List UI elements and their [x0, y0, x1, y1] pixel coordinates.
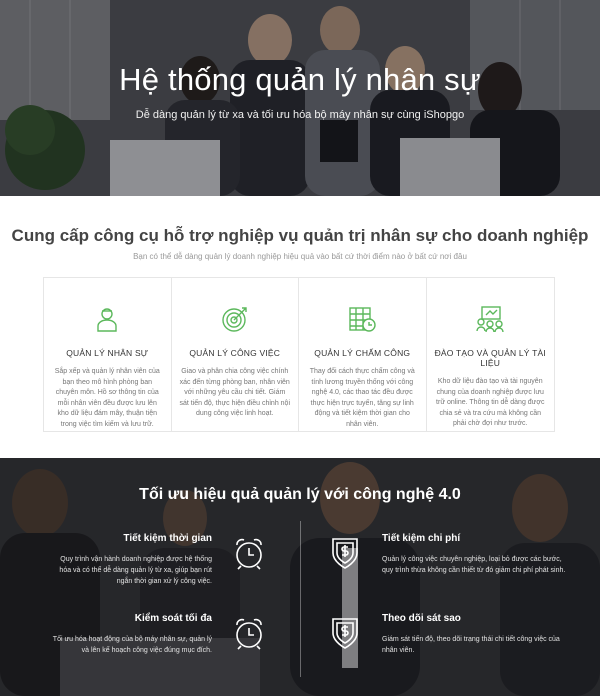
service-card-hr[interactable]: QUẢN LÝ NHÂN SỰ Sắp xếp và quản lý nhân …	[44, 278, 172, 431]
service-card-desc: Kho dữ liệu đào tạo và tài nguyên chung …	[436, 378, 545, 427]
service-card-title: QUẢN LÝ CHẤM CÔNG	[314, 348, 411, 358]
service-card-training[interactable]: ĐÀO TẠO VÀ QUẢN LÝ TÀI LIỆU Kho dữ liệu …	[427, 278, 555, 431]
target-icon	[222, 307, 247, 332]
service-card-title: QUẢN LÝ NHÂN SỰ	[66, 348, 149, 358]
feature-title: Theo dõi sát sao	[382, 613, 461, 624]
feature-desc: Quy trình vận hành doanh nghiệp được hệ …	[59, 556, 212, 585]
alarm-clock-icon	[236, 538, 262, 570]
dollar-shield-icon	[332, 618, 358, 649]
service-card-desc: Giao và phân chia công việc chính xác đế…	[179, 368, 291, 417]
feature-close-tracking: Theo dõi sát sao Giám sát tiến độ, theo …	[382, 613, 572, 656]
feature-desc: Giám sát tiến độ, theo dõi trạng thái ch…	[382, 636, 560, 654]
service-cards: QUẢN LÝ NHÂN SỰ Sắp xếp và quản lý nhân …	[43, 277, 555, 432]
feature-title: Kiểm soát tối đa	[134, 613, 212, 624]
feature-desc: Quản lý công việc chuyên nghiệp, loại bỏ…	[382, 556, 566, 574]
feature-title: Tiết kiệm thời gian	[123, 533, 212, 544]
service-card-title: ĐÀO TẠO VÀ QUẢN LÝ TÀI LIỆU	[434, 348, 546, 368]
services-section: Cung cấp công cụ hỗ trợ nghiệp vụ quản t…	[0, 196, 600, 458]
hero-title: Hệ thống quản lý nhân sự	[119, 62, 481, 97]
training-icon	[476, 306, 504, 333]
feature-title: Tiết kiệm chi phí	[382, 533, 461, 544]
timesheet-icon	[349, 307, 376, 332]
person-icon	[97, 308, 117, 332]
hero-subtitle: Dễ dàng quản lý từ xa và tối ưu hóa bộ m…	[135, 109, 465, 121]
feature-desc: Tối ưu hóa hoạt động của bộ máy nhân sự,…	[52, 636, 212, 654]
optimize-title: Tối ưu hiệu quả quản lý với công nghệ 4.…	[139, 486, 461, 503]
service-card-title: QUẢN LÝ CÔNG VIỆC	[189, 348, 281, 358]
hero-overlay	[0, 0, 600, 196]
services-title: Cung cấp công cụ hỗ trợ nghiệp vụ quản t…	[11, 226, 589, 245]
vertical-divider	[300, 521, 301, 677]
alarm-clock-icon	[236, 618, 262, 650]
dollar-shield-icon	[332, 538, 358, 569]
feature-save-cost: Tiết kiệm chi phí Quản lý công việc chuy…	[382, 533, 572, 576]
service-card-task[interactable]: QUẢN LÝ CÔNG VIỆC Giao và phân chia công…	[172, 278, 299, 431]
feature-save-time: Tiết kiệm thời gian Quy trình vận hành d…	[47, 533, 212, 587]
feature-max-control: Kiểm soát tối đa Tối ưu hóa hoạt động củ…	[47, 613, 212, 656]
services-subtitle: Bạn có thể dễ dàng quản lý doanh nghiệp …	[133, 252, 467, 261]
service-card-desc: Thay đổi cách thực chấm công và tính lươ…	[309, 368, 415, 428]
service-card-timesheet[interactable]: QUẢN LÝ CHẤM CÔNG Thay đổi cách thực chấ…	[299, 278, 427, 431]
optimize-section: Tối ưu hiệu quả quản lý với công nghệ 4.…	[0, 458, 600, 696]
hero-banner: Hệ thống quản lý nhân sự Dễ dàng quản lý…	[0, 0, 600, 196]
service-card-desc: Sắp xếp và quản lý nhân viên của bạn the…	[54, 368, 160, 428]
